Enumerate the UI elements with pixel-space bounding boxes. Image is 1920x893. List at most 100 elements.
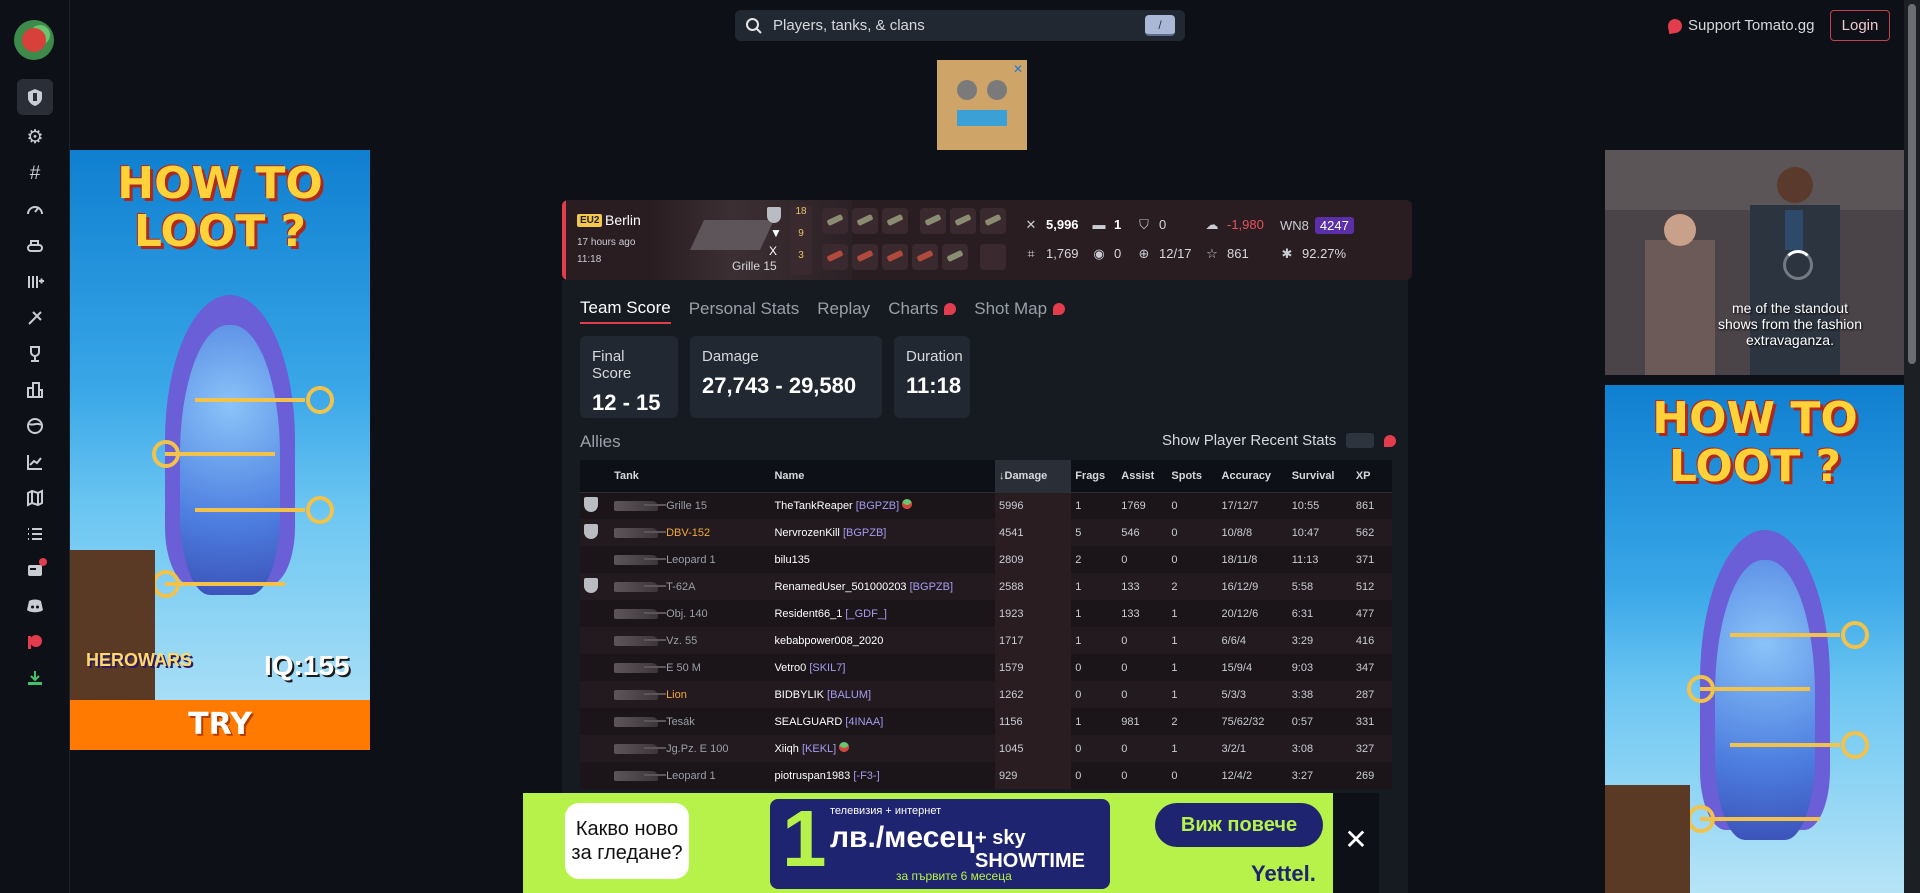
- page-scrollbar[interactable]: [1904, 0, 1920, 893]
- col-xp[interactable]: XP: [1351, 460, 1392, 493]
- right-video-ad[interactable]: me of the standout shows from the fashio…: [1605, 150, 1905, 375]
- col-survival[interactable]: Survival: [1287, 460, 1352, 493]
- clan-tag[interactable]: [BALUM]: [827, 689, 871, 701]
- player-cell[interactable]: kebabpower008_2020: [770, 627, 995, 654]
- clan-tag[interactable]: [-F3-]: [853, 770, 879, 782]
- support-link[interactable]: Support Tomato.gg: [1666, 17, 1814, 34]
- clan-tag[interactable]: [BGPZB]: [843, 527, 886, 539]
- trophy-icon[interactable]: [17, 336, 53, 372]
- col-name[interactable]: Name: [770, 460, 995, 493]
- discord-icon[interactable]: [17, 588, 53, 624]
- tank-outline-icon[interactable]: [17, 228, 53, 264]
- player-cell[interactable]: NervrozenKill [BGPZB]: [770, 519, 995, 546]
- tomato-logo[interactable]: [14, 20, 54, 60]
- globe-icon[interactable]: [17, 408, 53, 444]
- map-icon[interactable]: [17, 480, 53, 516]
- player-cell[interactable]: piotruspan1983 [-F3-]: [770, 762, 995, 789]
- login-button[interactable]: Login: [1830, 10, 1890, 41]
- list-icon[interactable]: [17, 516, 53, 552]
- tank-cell[interactable]: Obj. 140: [610, 600, 771, 627]
- player-cell[interactable]: Vetro0 [SKIL7]: [770, 654, 995, 681]
- clan-tag[interactable]: [SKIL7]: [809, 662, 845, 674]
- download-icon[interactable]: [17, 660, 53, 696]
- ad-cta-button[interactable]: Виж повече: [1155, 803, 1323, 847]
- table-row[interactable]: Leopard 1 piotruspan1983 [-F3-] 929 0 0 0 12/4…: [580, 762, 1392, 789]
- col-frags[interactable]: Frags: [1071, 460, 1118, 493]
- table-row[interactable]: T-62A RenamedUser_501000203 [BGPZB] 2588 1 1…: [580, 573, 1392, 600]
- tank-cell[interactable]: Tesák: [610, 708, 771, 735]
- tank-cell[interactable]: DBV-152: [610, 519, 771, 546]
- clan-tag[interactable]: [BGPZB]: [856, 500, 899, 512]
- gauge-icon[interactable]: [17, 192, 53, 228]
- patreon-icon[interactable]: [17, 624, 53, 660]
- clan-tag[interactable]: [KEKL]: [802, 743, 836, 755]
- player-name[interactable]: TheTankReaper: [774, 500, 852, 512]
- search-input[interactable]: [773, 17, 1133, 34]
- tank-cell[interactable]: Leopard 1: [610, 762, 771, 789]
- ad-close-icon[interactable]: ✕: [356, 152, 366, 166]
- player-name[interactable]: Xiiqh: [774, 743, 798, 755]
- buildings-icon[interactable]: [17, 372, 53, 408]
- clan-tag[interactable]: [4INAA]: [845, 716, 883, 728]
- tank-cell[interactable]: Grille 15: [610, 492, 771, 519]
- gear-icon[interactable]: ⚙: [17, 119, 53, 155]
- close-icon[interactable]: ✕: [1333, 793, 1379, 893]
- table-row[interactable]: Grille 15 TheTankReaper [BGPZB] 5996 1 1769 0…: [580, 492, 1392, 519]
- player-cell[interactable]: TheTankReaper [BGPZB]: [770, 492, 995, 519]
- player-cell[interactable]: Resident66_1 [_GDF_]: [770, 600, 995, 627]
- tab-team-score[interactable]: Team Score: [580, 298, 671, 324]
- chart-line-icon[interactable]: [17, 444, 53, 480]
- bars-plus-icon[interactable]: [17, 264, 53, 300]
- table-row[interactable]: Tesák SEALGUARD [4INAA] 1156 1 981 2 75/62/32 0…: [580, 708, 1392, 735]
- hashtag-icon[interactable]: #: [17, 156, 53, 192]
- col-spots[interactable]: Spots: [1167, 460, 1218, 493]
- tank-cell[interactable]: E 50 M: [610, 654, 771, 681]
- tab-replay[interactable]: Replay: [817, 298, 870, 324]
- ad-close-icon[interactable]: ✕: [1013, 62, 1023, 76]
- player-name[interactable]: Vetro0: [774, 662, 806, 674]
- player-name[interactable]: BIDBYLIK: [774, 689, 824, 701]
- col-tank[interactable]: Tank: [610, 460, 771, 493]
- player-cell[interactable]: bilu135: [770, 546, 995, 573]
- tank-cell[interactable]: Jg.Pz. E 100: [610, 735, 771, 762]
- search-bar[interactable]: /: [735, 10, 1185, 41]
- tank-cell[interactable]: Leopard 1: [610, 546, 771, 573]
- clan-tag[interactable]: [_GDF_]: [845, 608, 887, 620]
- left-hero-ad[interactable]: HOW TO LOOT ? HEROWARS IQ:155 TRY ✕: [70, 150, 370, 750]
- table-row[interactable]: Jg.Pz. E 100 Xiiqh [KEKL] 1045 0 0 1 3/2/1 3:08…: [580, 735, 1392, 762]
- tank-cell[interactable]: T-62A: [610, 573, 771, 600]
- table-row[interactable]: DBV-152 NervrozenKill [BGPZB] 4541 5 546 0 10/…: [580, 519, 1392, 546]
- tab-shot-map[interactable]: Shot Map: [974, 298, 1066, 324]
- table-row[interactable]: E 50 M Vetro0 [SKIL7] 1579 0 0 1 15/9/4 9:03 347: [580, 654, 1392, 681]
- battle-summary[interactable]: EU2 Berlin 17 hours ago 11:18 Grille 15 …: [562, 200, 1412, 280]
- tank-cell[interactable]: Vz. 55: [610, 627, 771, 654]
- clan-tag[interactable]: [BGPZB]: [910, 581, 953, 593]
- right-hero-ad[interactable]: HOW TO LOOT ? ✕: [1605, 385, 1905, 893]
- ad-try-button[interactable]: TRY: [70, 700, 370, 750]
- player-name[interactable]: Resident66_1: [774, 608, 842, 620]
- scrollbar-thumb[interactable]: [1908, 4, 1916, 364]
- tab-charts[interactable]: Charts: [888, 298, 957, 324]
- player-cell[interactable]: RenamedUser_501000203 [BGPZB]: [770, 573, 995, 600]
- player-name[interactable]: NervrozenKill: [774, 527, 839, 539]
- tank-icon[interactable]: [17, 79, 53, 115]
- table-row[interactable]: Leopard 1 bilu135 2809 2 0 0 18/11/8 11:13 371: [580, 546, 1392, 573]
- top-ad[interactable]: ✕: [937, 60, 1027, 150]
- col-assist[interactable]: Assist: [1117, 460, 1168, 493]
- player-name[interactable]: kebabpower008_2020: [774, 635, 883, 647]
- player-cell[interactable]: SEALGUARD [4INAA]: [770, 708, 995, 735]
- player-cell[interactable]: BIDBYLIK [BALUM]: [770, 681, 995, 708]
- compare-icon[interactable]: [17, 300, 53, 336]
- table-row[interactable]: Lion BIDBYLIK [BALUM] 1262 0 0 1 5/3/3 3:38 287: [580, 681, 1392, 708]
- player-name[interactable]: piotruspan1983: [774, 770, 850, 782]
- bottom-ad[interactable]: Какво ново за гледане? 1 телевизия + инт…: [523, 793, 1333, 893]
- news-icon[interactable]: [17, 552, 53, 588]
- player-name[interactable]: RenamedUser_501000203: [774, 581, 906, 593]
- col-accuracy[interactable]: Accuracy: [1217, 460, 1288, 493]
- tank-cell[interactable]: Lion: [610, 681, 771, 708]
- tab-personal-stats[interactable]: Personal Stats: [689, 298, 800, 324]
- col-damage[interactable]: ↓Damage: [995, 460, 1072, 493]
- player-name[interactable]: bilu135: [774, 554, 809, 566]
- player-cell[interactable]: Xiiqh [KEKL]: [770, 735, 995, 762]
- table-row[interactable]: Obj. 140 Resident66_1 [_GDF_] 1923 1 133 1 20/…: [580, 600, 1392, 627]
